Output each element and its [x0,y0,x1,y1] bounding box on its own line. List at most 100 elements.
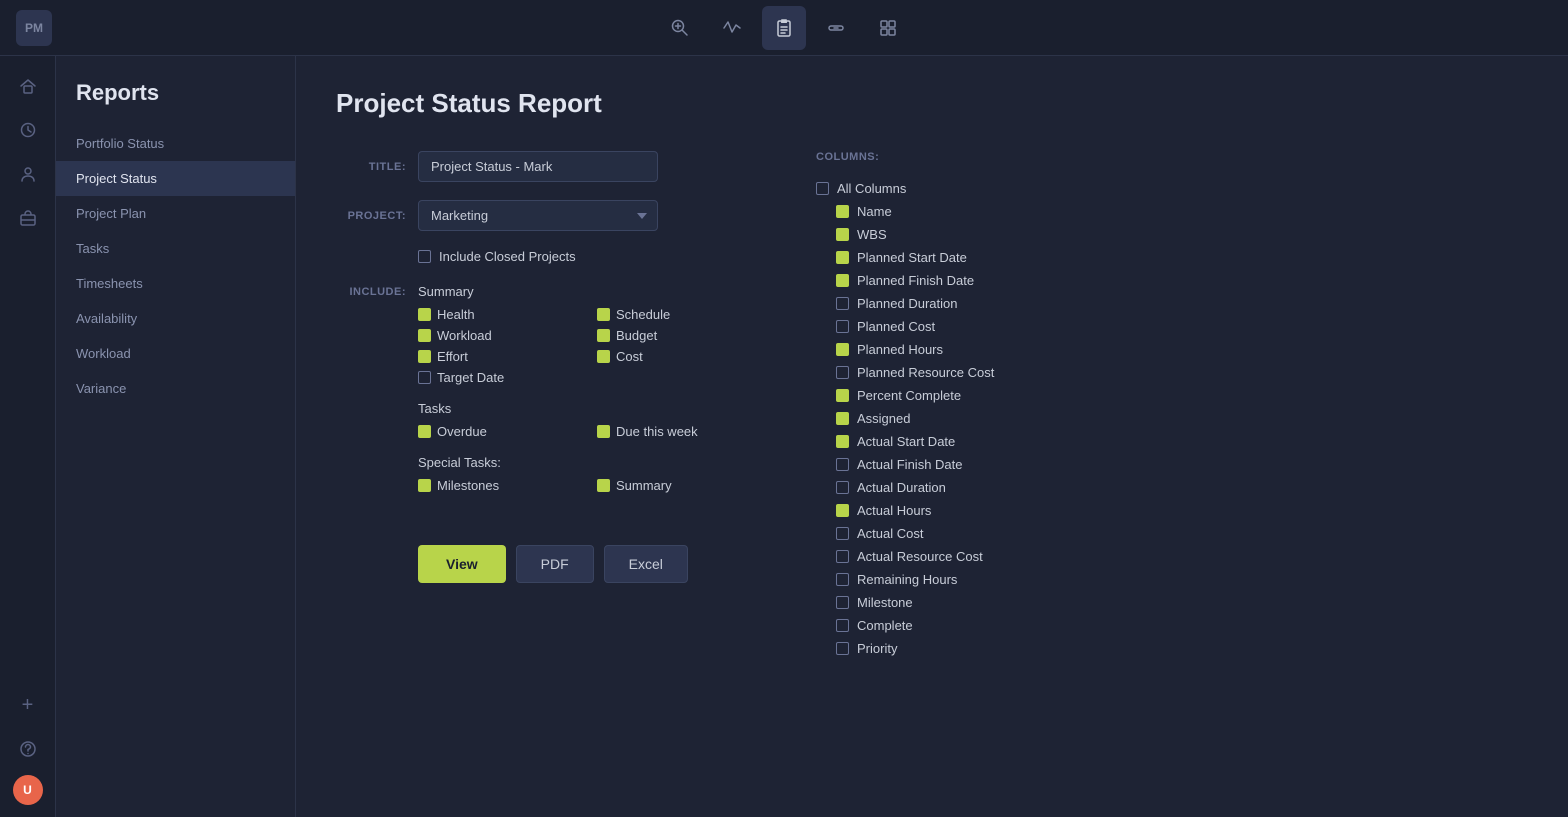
include-closed-label: Include Closed Projects [439,249,576,264]
clock-icon[interactable] [10,112,46,148]
sidebar-item-workload[interactable]: Workload [56,336,295,371]
action-buttons: View PDF Excel [418,545,756,583]
sidebar: Reports Portfolio Status Project Status … [56,56,296,817]
planned-hours-checkbox[interactable] [836,343,849,356]
include-target-date: Target Date [418,370,577,385]
priority-checkbox[interactable] [836,642,849,655]
sidebar-item-timesheets[interactable]: Timesheets [56,266,295,301]
col-actual-hours: Actual Hours [816,499,1520,522]
col-actual-duration: Actual Duration [816,476,1520,499]
clipboard-icon[interactable] [762,6,806,50]
include-effort: Effort [418,349,577,364]
summary-grid: Health Schedule Workload [418,307,756,385]
search-zoom-icon[interactable] [658,6,702,50]
col-planned-hours: Planned Hours [816,338,1520,361]
sidebar-item-tasks[interactable]: Tasks [56,231,295,266]
page-title: Project Status Report [336,88,1528,119]
col-actual-cost: Actual Cost [816,522,1520,545]
title-input[interactable] [418,151,658,182]
schedule-checkbox[interactable] [597,308,610,321]
app-logo[interactable]: PM [16,10,52,46]
planned-start-date-checkbox[interactable] [836,251,849,264]
percent-complete-checkbox[interactable] [836,389,849,402]
excel-button[interactable]: Excel [604,545,688,583]
budget-checkbox[interactable] [597,329,610,342]
assigned-checkbox[interactable] [836,412,849,425]
sidebar-item-variance[interactable]: Variance [56,371,295,406]
col-name: Name [816,200,1520,223]
complete-checkbox[interactable] [836,619,849,632]
planned-finish-date-checkbox[interactable] [836,274,849,287]
col-wbs: WBS [816,223,1520,246]
col-actual-start-date: Actual Start Date [816,430,1520,453]
include-closed-checkbox[interactable] [418,250,431,263]
include-overdue: Overdue [418,424,577,439]
all-columns-checkbox[interactable] [816,182,829,195]
col-priority: Priority [816,637,1520,660]
special-tasks-section-title: Special Tasks: [418,455,756,470]
col-planned-finish-date: Planned Finish Date [816,269,1520,292]
include-budget: Budget [597,328,756,343]
milestone-checkbox[interactable] [836,596,849,609]
actual-duration-checkbox[interactable] [836,481,849,494]
topbar: PM [0,0,1568,56]
icon-bar: + U [0,56,56,817]
actual-finish-date-checkbox[interactable] [836,458,849,471]
sidebar-title: Reports [56,80,295,126]
tasks-grid: Overdue Due this week [418,424,756,439]
home-icon[interactable] [10,68,46,104]
workload-checkbox[interactable] [418,329,431,342]
user-avatar[interactable]: U [13,775,43,805]
col-planned-start-date: Planned Start Date [816,246,1520,269]
milestones-checkbox[interactable] [418,479,431,492]
content-area: Project Status Report TITLE: PROJECT: Ma… [296,56,1568,817]
actual-cost-checkbox[interactable] [836,527,849,540]
planned-cost-checkbox[interactable] [836,320,849,333]
columns-label: COLUMNS: [816,151,1528,163]
col-assigned: Assigned [816,407,1520,430]
sidebar-item-availability[interactable]: Availability [56,301,295,336]
tasks-section-title: Tasks [418,401,756,416]
link-icon[interactable] [814,6,858,50]
sidebar-item-portfolio-status[interactable]: Portfolio Status [56,126,295,161]
name-col-checkbox[interactable] [836,205,849,218]
briefcase-icon[interactable] [10,200,46,236]
help-icon[interactable] [10,731,46,767]
col-planned-resource-cost: Planned Resource Cost [816,361,1520,384]
users-icon[interactable] [10,156,46,192]
plus-icon[interactable]: + [10,687,46,723]
due-this-week-checkbox[interactable] [597,425,610,438]
cost-checkbox[interactable] [597,350,610,363]
effort-checkbox[interactable] [418,350,431,363]
col-planned-duration: Planned Duration [816,292,1520,315]
summary-section-title: Summary [418,284,756,299]
project-label: PROJECT: [336,210,406,222]
include-schedule: Schedule [597,307,756,322]
actual-start-date-checkbox[interactable] [836,435,849,448]
layout-icon[interactable] [866,6,910,50]
special-tasks-grid: Milestones Summary [418,478,756,493]
planned-resource-cost-checkbox[interactable] [836,366,849,379]
project-select[interactable]: Marketing Development Design Operations [418,200,658,231]
col-percent-complete: Percent Complete [816,384,1520,407]
wbs-col-checkbox[interactable] [836,228,849,241]
sidebar-item-project-status[interactable]: Project Status [56,161,295,196]
main-layout: + U Reports Portfolio Status Project Sta… [0,56,1568,817]
pdf-button[interactable]: PDF [516,545,594,583]
title-label: TITLE: [336,161,406,173]
overdue-checkbox[interactable] [418,425,431,438]
col-remaining-hours: Remaining Hours [816,568,1520,591]
project-row: PROJECT: Marketing Development Design Op… [336,200,756,231]
target-date-checkbox[interactable] [418,371,431,384]
planned-duration-checkbox[interactable] [836,297,849,310]
activity-icon[interactable] [710,6,754,50]
include-summary-special: Summary [597,478,756,493]
summary-special-checkbox[interactable] [597,479,610,492]
actual-resource-cost-checkbox[interactable] [836,550,849,563]
health-checkbox[interactable] [418,308,431,321]
remaining-hours-checkbox[interactable] [836,573,849,586]
sidebar-item-project-plan[interactable]: Project Plan [56,196,295,231]
actual-hours-checkbox[interactable] [836,504,849,517]
include-due-this-week: Due this week [597,424,756,439]
view-button[interactable]: View [418,545,506,583]
